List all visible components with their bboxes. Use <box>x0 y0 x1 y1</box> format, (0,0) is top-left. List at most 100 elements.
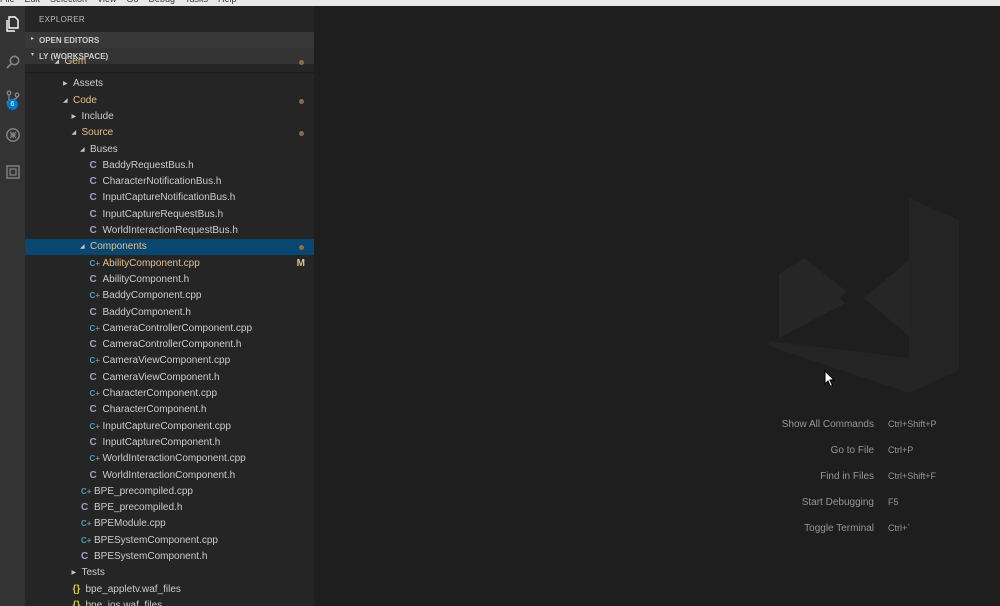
chevron-right-icon[interactable]: ▶ <box>63 76 68 92</box>
tree-item-label: bpe_ios.waf_files <box>85 599 163 606</box>
cpp-file-icon: C+ <box>81 535 92 545</box>
tree-item-label: CameraViewComponent.h <box>102 371 220 383</box>
tree-file[interactable]: C+ CharacterComponent.cpp <box>25 386 314 402</box>
command-label: Show All Commands <box>781 419 874 430</box>
h-file-icon: C <box>89 371 97 383</box>
tree-file[interactable]: C+ InputCaptureComponent.cpp <box>25 419 314 435</box>
tree-file[interactable]: C InputCaptureRequestBus.h <box>25 207 314 223</box>
tree-item-label: Include <box>81 110 114 122</box>
tree-file[interactable]: C CameraControllerComponent.h <box>25 337 314 353</box>
tree-file[interactable]: C BaddyComponent.h <box>25 305 314 321</box>
tree-file[interactable]: C AbilityComponent.h <box>25 272 314 288</box>
open-editors-section[interactable]: ▸ OPEN EDITORS <box>25 32 314 48</box>
command-hint: Toggle Terminal Ctrl+` <box>734 523 1000 537</box>
tree-item-label: AbilityComponent.h <box>102 273 190 285</box>
explorer-sidebar: EXPLORER ▸ OPEN EDITORS ▾ LY (WORKSPACE)… <box>25 6 314 606</box>
tree-file[interactable]: C CharacterComponent.h <box>25 402 314 418</box>
extensions-icon[interactable] <box>0 158 25 186</box>
menu-item[interactable]: Go <box>126 0 138 4</box>
tree-file[interactable]: C CameraViewComponent.h <box>25 370 314 386</box>
tree-file[interactable]: C CharacterNotificationBus.h <box>25 174 314 190</box>
tree-folder[interactable]: ◢ Buses <box>25 142 314 158</box>
cpp-file-icon: C+ <box>89 389 100 398</box>
tree-file[interactable]: C+ AbilityComponent.cpp M <box>25 256 314 272</box>
h-file-icon: C <box>89 225 97 236</box>
editor-area[interactable]: Show All Commands Ctrl+Shift+P Go to File C… <box>314 6 1000 606</box>
tree-file[interactable]: C BPE_precompiled.h <box>25 500 314 516</box>
tree-folder[interactable]: ◢ Components <box>25 239 314 256</box>
chevron-right-icon: ▸ <box>31 36 35 42</box>
tree-item-label: BaddyComponent.h <box>102 306 191 318</box>
tree-item-label: BPESystemComponent.cpp <box>94 534 218 546</box>
h-file-icon: C <box>89 176 97 188</box>
tree-file[interactable]: C BaddyRequestBus.h <box>25 158 314 174</box>
tree-item-label: CharacterComponent.h <box>102 404 207 416</box>
chevron-down-icon[interactable]: ◢ <box>55 58 60 70</box>
command-label: Start Debugging <box>801 497 874 508</box>
tree-file[interactable]: C BPESystemComponent.h <box>25 549 314 565</box>
cpp-file-icon: C+ <box>89 291 100 301</box>
tree-file[interactable]: {} bpe_appletv.waf_files <box>25 582 314 598</box>
scm-badge: 6 <box>7 99 18 110</box>
mouse-cursor-icon <box>824 370 836 388</box>
tree-file[interactable]: C+ BPESystemComponent.cpp <box>25 533 314 549</box>
cpp-file-icon: C+ <box>89 356 100 366</box>
tree-item-label: BPE_precompiled.h <box>94 502 183 514</box>
tree-file[interactable]: C+ CameraViewComponent.cpp <box>25 353 314 369</box>
tree-folder[interactable]: ▶ Include <box>25 109 314 125</box>
tree-file[interactable]: C InputCaptureComponent.h <box>25 435 314 451</box>
open-editors-label: OPEN EDITORS <box>39 36 100 45</box>
tree-folder[interactable]: ▶ Assets <box>25 76 314 92</box>
menu-item[interactable]: Edit <box>25 0 41 4</box>
modified-dot <box>299 98 304 104</box>
tree-item-label: Components <box>90 241 147 253</box>
tree-folder[interactable]: ▶ Tests <box>25 565 314 581</box>
tree-item-label: BaddyComponent.cpp <box>102 290 202 302</box>
tree-file[interactable]: C+ BPE_precompiled.cpp <box>25 484 314 500</box>
chevron-down-icon[interactable]: ◢ <box>72 125 77 141</box>
tree-item-label: InputCaptureComponent.h <box>102 436 221 448</box>
h-file-icon: C <box>89 469 97 481</box>
menu-item[interactable]: View <box>97 0 116 4</box>
chevron-down-icon[interactable]: ◢ <box>80 239 85 255</box>
menu-item[interactable]: File <box>0 0 15 4</box>
tree-folder[interactable]: ◢ Source <box>25 125 314 141</box>
tree-item-label: BaddyRequestBus.h <box>102 159 194 171</box>
sidebar-title: EXPLORER <box>39 15 85 24</box>
h-file-icon: C <box>81 502 89 514</box>
tree-item-label: Gem <box>64 58 87 67</box>
tree-folder[interactable]: ◢ Gem <box>25 58 314 70</box>
search-icon[interactable] <box>0 48 25 76</box>
command-shortcut: Ctrl+` <box>888 523 911 533</box>
chevron-right-icon[interactable]: ▶ <box>72 565 77 581</box>
vscode-logo-icon <box>769 198 959 393</box>
cpp-file-icon: C+ <box>89 258 100 268</box>
tree-file[interactable]: C+ BaddyComponent.cpp <box>25 288 314 304</box>
menu-item[interactable]: Debug <box>148 0 175 4</box>
tree-file[interactable]: C WorldInteractionComponent.h <box>25 468 314 484</box>
tree-folder[interactable]: ◢ Code <box>25 93 314 109</box>
chevron-right-icon[interactable]: ▶ <box>72 109 77 125</box>
command-hint: Go to File Ctrl+P <box>734 445 1000 459</box>
tree-file[interactable]: C WorldInteractionRequestBus.h <box>25 223 314 239</box>
activity-bar: 6 <box>0 6 25 606</box>
tree-file[interactable]: C+ CameraControllerComponent.cpp <box>25 321 314 337</box>
menu-item[interactable]: Selection <box>50 0 87 4</box>
command-hint: Find in Files Ctrl+Shift+F <box>734 471 1000 485</box>
menu-item[interactable]: Tasks <box>185 0 208 4</box>
modified-dot <box>299 245 304 251</box>
tree-file[interactable]: C+ BPEModule.cpp <box>25 516 314 532</box>
tree-file[interactable]: C+ WorldInteractionComponent.cpp <box>25 451 314 467</box>
tree-file[interactable]: C InputCaptureNotificationBus.h <box>25 190 314 206</box>
tree-file[interactable]: {} bpe_ios.waf_files <box>25 598 314 606</box>
command-label: Go to File <box>830 445 874 456</box>
chevron-down-icon[interactable]: ◢ <box>63 93 68 109</box>
h-file-icon: C <box>89 192 97 204</box>
files-icon[interactable] <box>0 10 25 38</box>
debug-icon[interactable] <box>0 121 25 149</box>
tree-item-label: CameraViewComponent.cpp <box>102 355 231 367</box>
tree-item-label: Source <box>81 127 114 139</box>
chevron-down-icon[interactable]: ◢ <box>80 142 85 158</box>
tree-item-label: CameraControllerComponent.h <box>102 339 242 351</box>
menu-item[interactable]: Help <box>218 0 237 4</box>
